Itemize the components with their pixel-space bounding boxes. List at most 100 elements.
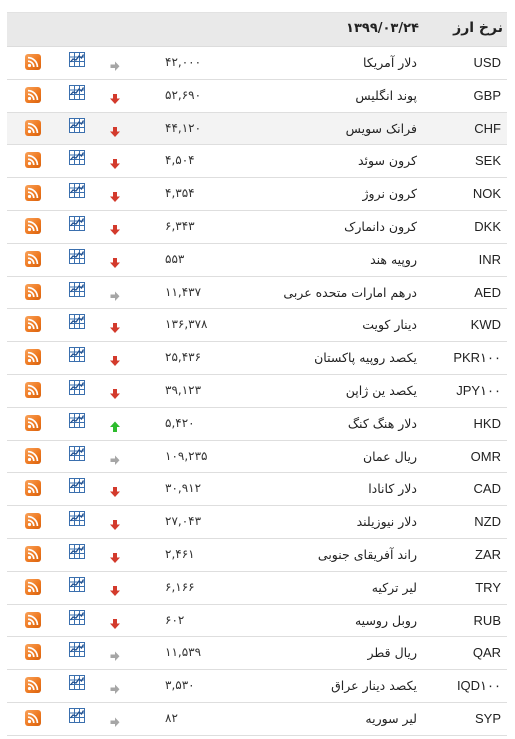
chart-icon[interactable]	[69, 576, 85, 592]
trend-down-arrow-icon	[110, 123, 120, 137]
rss-icon[interactable]	[25, 513, 41, 530]
chart-icon[interactable]	[69, 281, 85, 297]
rss-icon[interactable]	[25, 86, 41, 103]
chart-icon[interactable]	[69, 248, 85, 264]
rss-icon[interactable]	[25, 217, 41, 234]
currency-name: کرون نروژ	[362, 186, 418, 202]
table-header: نرخ ارز ۱۳۹۹/۰۳/۲۴	[7, 12, 507, 47]
trend-down-arrow-icon	[110, 615, 120, 629]
trend-down-arrow-icon	[110, 155, 120, 170]
currency-price: ۱۱,۴۳۷	[165, 284, 202, 299]
currency-price: ۶۰۲	[165, 612, 185, 627]
currency-code: CAD	[473, 481, 501, 497]
currency-price: ۸۲	[165, 710, 178, 725]
rss-icon[interactable]	[25, 545, 41, 562]
trend-down-arrow-icon	[110, 319, 120, 334]
rss-icon[interactable]	[25, 119, 41, 136]
currency-price: ۴,۵۰۴	[165, 153, 195, 168]
currency-name: دلار کانادا	[368, 481, 417, 497]
currency-name: ریال عمان	[362, 448, 417, 464]
chart-icon[interactable]	[69, 642, 85, 658]
chart-icon[interactable]	[69, 117, 85, 133]
table-row: JPY۱۰۰ یکصد ین ژاپن ۳۹,۱۲۳	[7, 375, 507, 408]
rss-icon[interactable]	[25, 283, 41, 300]
currency-name: کرون سوئد	[357, 153, 417, 169]
chart-icon[interactable]	[69, 478, 85, 494]
table-row: TRY لیر ترکیه ۶,۱۶۶	[7, 572, 507, 605]
rss-icon[interactable]	[25, 644, 41, 661]
rss-icon[interactable]	[25, 611, 41, 628]
rss-icon[interactable]	[25, 381, 41, 398]
trend-flat-arrow-icon	[110, 647, 120, 662]
chart-icon[interactable]	[69, 675, 85, 691]
currency-code: AED	[474, 284, 501, 300]
rss-icon[interactable]	[25, 54, 41, 70]
chart-icon[interactable]	[69, 347, 85, 363]
chart-icon[interactable]	[69, 543, 85, 559]
chart-icon[interactable]	[69, 183, 85, 199]
trend-flat-arrow-icon	[110, 57, 120, 71]
trend-down-arrow-icon	[110, 188, 120, 203]
table-row: SEK کرون سوئد ۴,۵۰۴	[7, 145, 507, 179]
currency-code: NZD	[474, 514, 501, 530]
rates-date: ۱۳۹۹/۰۳/۲۴	[346, 21, 419, 36]
currency-code: OMR	[470, 448, 501, 464]
currency-code: JPY۱۰۰	[456, 382, 501, 398]
rss-icon[interactable]	[25, 447, 41, 464]
rss-icon[interactable]	[25, 250, 41, 267]
rss-icon[interactable]	[25, 316, 41, 333]
currency-price: ۴,۳۵۴	[165, 186, 195, 201]
currency-code: DKK	[474, 218, 501, 234]
chart-icon[interactable]	[69, 215, 85, 231]
chart-icon[interactable]	[69, 379, 85, 395]
chart-icon[interactable]	[69, 511, 85, 527]
chart-icon[interactable]	[69, 445, 85, 461]
rss-icon[interactable]	[25, 414, 41, 431]
currency-price: ۶,۳۴۳	[165, 218, 195, 233]
chart-icon[interactable]	[69, 609, 85, 625]
currency-name: فرانک سویس	[345, 120, 417, 136]
table-row: AED درهم امارات متحده عربی ۱۱,۴۳۷	[7, 277, 507, 310]
table-row: NOK کرون نروژ ۴,۳۵۴	[7, 178, 507, 211]
currency-name: یکصد دینار عراق	[331, 678, 417, 694]
currency-code: NOK	[472, 186, 501, 202]
trend-down-arrow-icon	[110, 385, 120, 399]
chart-icon[interactable]	[69, 314, 85, 330]
chart-icon[interactable]	[69, 84, 85, 100]
currency-code: INR	[478, 251, 501, 267]
rss-icon[interactable]	[25, 152, 41, 169]
table-row: INR روپیه هند ۵۵۳	[7, 244, 507, 277]
table-row: IQD۱۰۰ یکصد دینار عراق ۳,۵۳۰	[7, 670, 507, 703]
currency-name: دینار کویت	[362, 317, 417, 333]
currency-name: لیر ترکیه	[371, 579, 417, 595]
currency-name: دلار هنگ کنگ	[347, 415, 417, 431]
currency-code: ZAR	[475, 546, 501, 562]
table-row: OMR ریال عمان ۱۰۹,۲۳۵	[7, 441, 507, 474]
rss-icon[interactable]	[25, 185, 41, 202]
currency-name: یکصد ین ژاپن	[345, 382, 417, 398]
trend-down-arrow-icon	[110, 352, 120, 367]
table-row: HKD دلار هنگ کنگ ۵,۴۲۰	[7, 408, 507, 441]
rss-icon[interactable]	[25, 578, 41, 595]
rss-icon[interactable]	[25, 709, 41, 726]
trend-down-arrow-icon	[110, 221, 120, 235]
chart-icon[interactable]	[69, 52, 85, 67]
table-row: PKR۱۰۰ یکصد روپیه پاکستان ۲۵,۴۳۶	[7, 342, 507, 375]
chart-icon[interactable]	[69, 707, 85, 723]
rss-icon[interactable]	[25, 677, 41, 694]
currency-name: یکصد روپیه پاکستان	[314, 350, 417, 366]
chart-icon[interactable]	[69, 150, 85, 166]
trend-down-arrow-icon	[110, 549, 120, 563]
trend-flat-arrow-icon	[110, 680, 120, 695]
chart-icon[interactable]	[69, 412, 85, 428]
trend-flat-arrow-icon	[110, 451, 120, 465]
currency-rates-table: نرخ ارز ۱۳۹۹/۰۳/۲۴ USD دلار آمریکا ۴۲,۰۰…	[7, 12, 507, 736]
rss-icon[interactable]	[25, 349, 41, 366]
rss-icon[interactable]	[25, 480, 41, 497]
table-row: CHF فرانک سویس ۴۴,۱۲۰	[7, 112, 507, 146]
currency-price: ۴۴,۱۲۰	[165, 120, 202, 135]
currency-price: ۲۷,۰۴۳	[165, 514, 202, 529]
trend-up-arrow-icon	[110, 418, 120, 432]
currency-code: USD	[473, 55, 501, 70]
currency-name: روپیه هند	[370, 251, 417, 267]
